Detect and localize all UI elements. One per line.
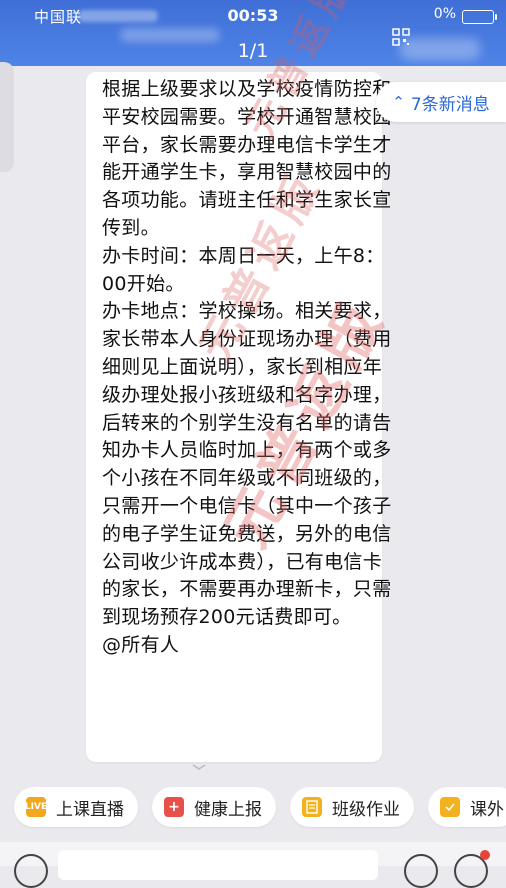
shortcut-extracurricular[interactable]: 课外 [428, 787, 506, 827]
shortcut-class-homework[interactable]: 班级作业 [290, 787, 414, 827]
shortcut-live-class[interactable]: LIVE 上课直播 [14, 787, 138, 827]
notification-dot [480, 850, 490, 860]
message-input[interactable] [58, 850, 378, 880]
status-bar: 中国联 00:53 0% [0, 4, 506, 26]
shortcut-label: 课外 [470, 799, 504, 820]
battery-icon [462, 10, 497, 24]
homework-icon [302, 797, 322, 817]
shortcut-label: 上课直播 [56, 799, 124, 820]
new-messages-button[interactable]: ⌃ 7条新消息 [376, 82, 506, 122]
top-bar: 中国联 00:53 0% 1/1 [0, 0, 506, 66]
extracurricular-icon [440, 797, 460, 817]
avatar[interactable] [0, 62, 14, 172]
double-chevron-up-icon: ⌃ [392, 93, 405, 111]
page-title: 1/1 [237, 40, 269, 62]
shortcut-health-report[interactable]: + 健康上报 [152, 787, 276, 827]
shortcut-label: 班级作业 [332, 799, 400, 820]
shortcut-bar: LIVE 上课直播 + 健康上报 班级作业 课外 [0, 780, 506, 836]
chevron-down-icon [192, 764, 206, 770]
health-report-icon: + [164, 797, 184, 817]
new-messages-label: 7条新消息 [410, 94, 490, 115]
emoji-icon[interactable] [404, 854, 438, 888]
live-icon: LIVE [25, 797, 47, 817]
status-time: 00:53 [227, 6, 279, 25]
shortcut-label: 健康上报 [194, 799, 262, 820]
voice-icon[interactable] [14, 854, 48, 888]
battery-percent: 0% [433, 6, 456, 22]
